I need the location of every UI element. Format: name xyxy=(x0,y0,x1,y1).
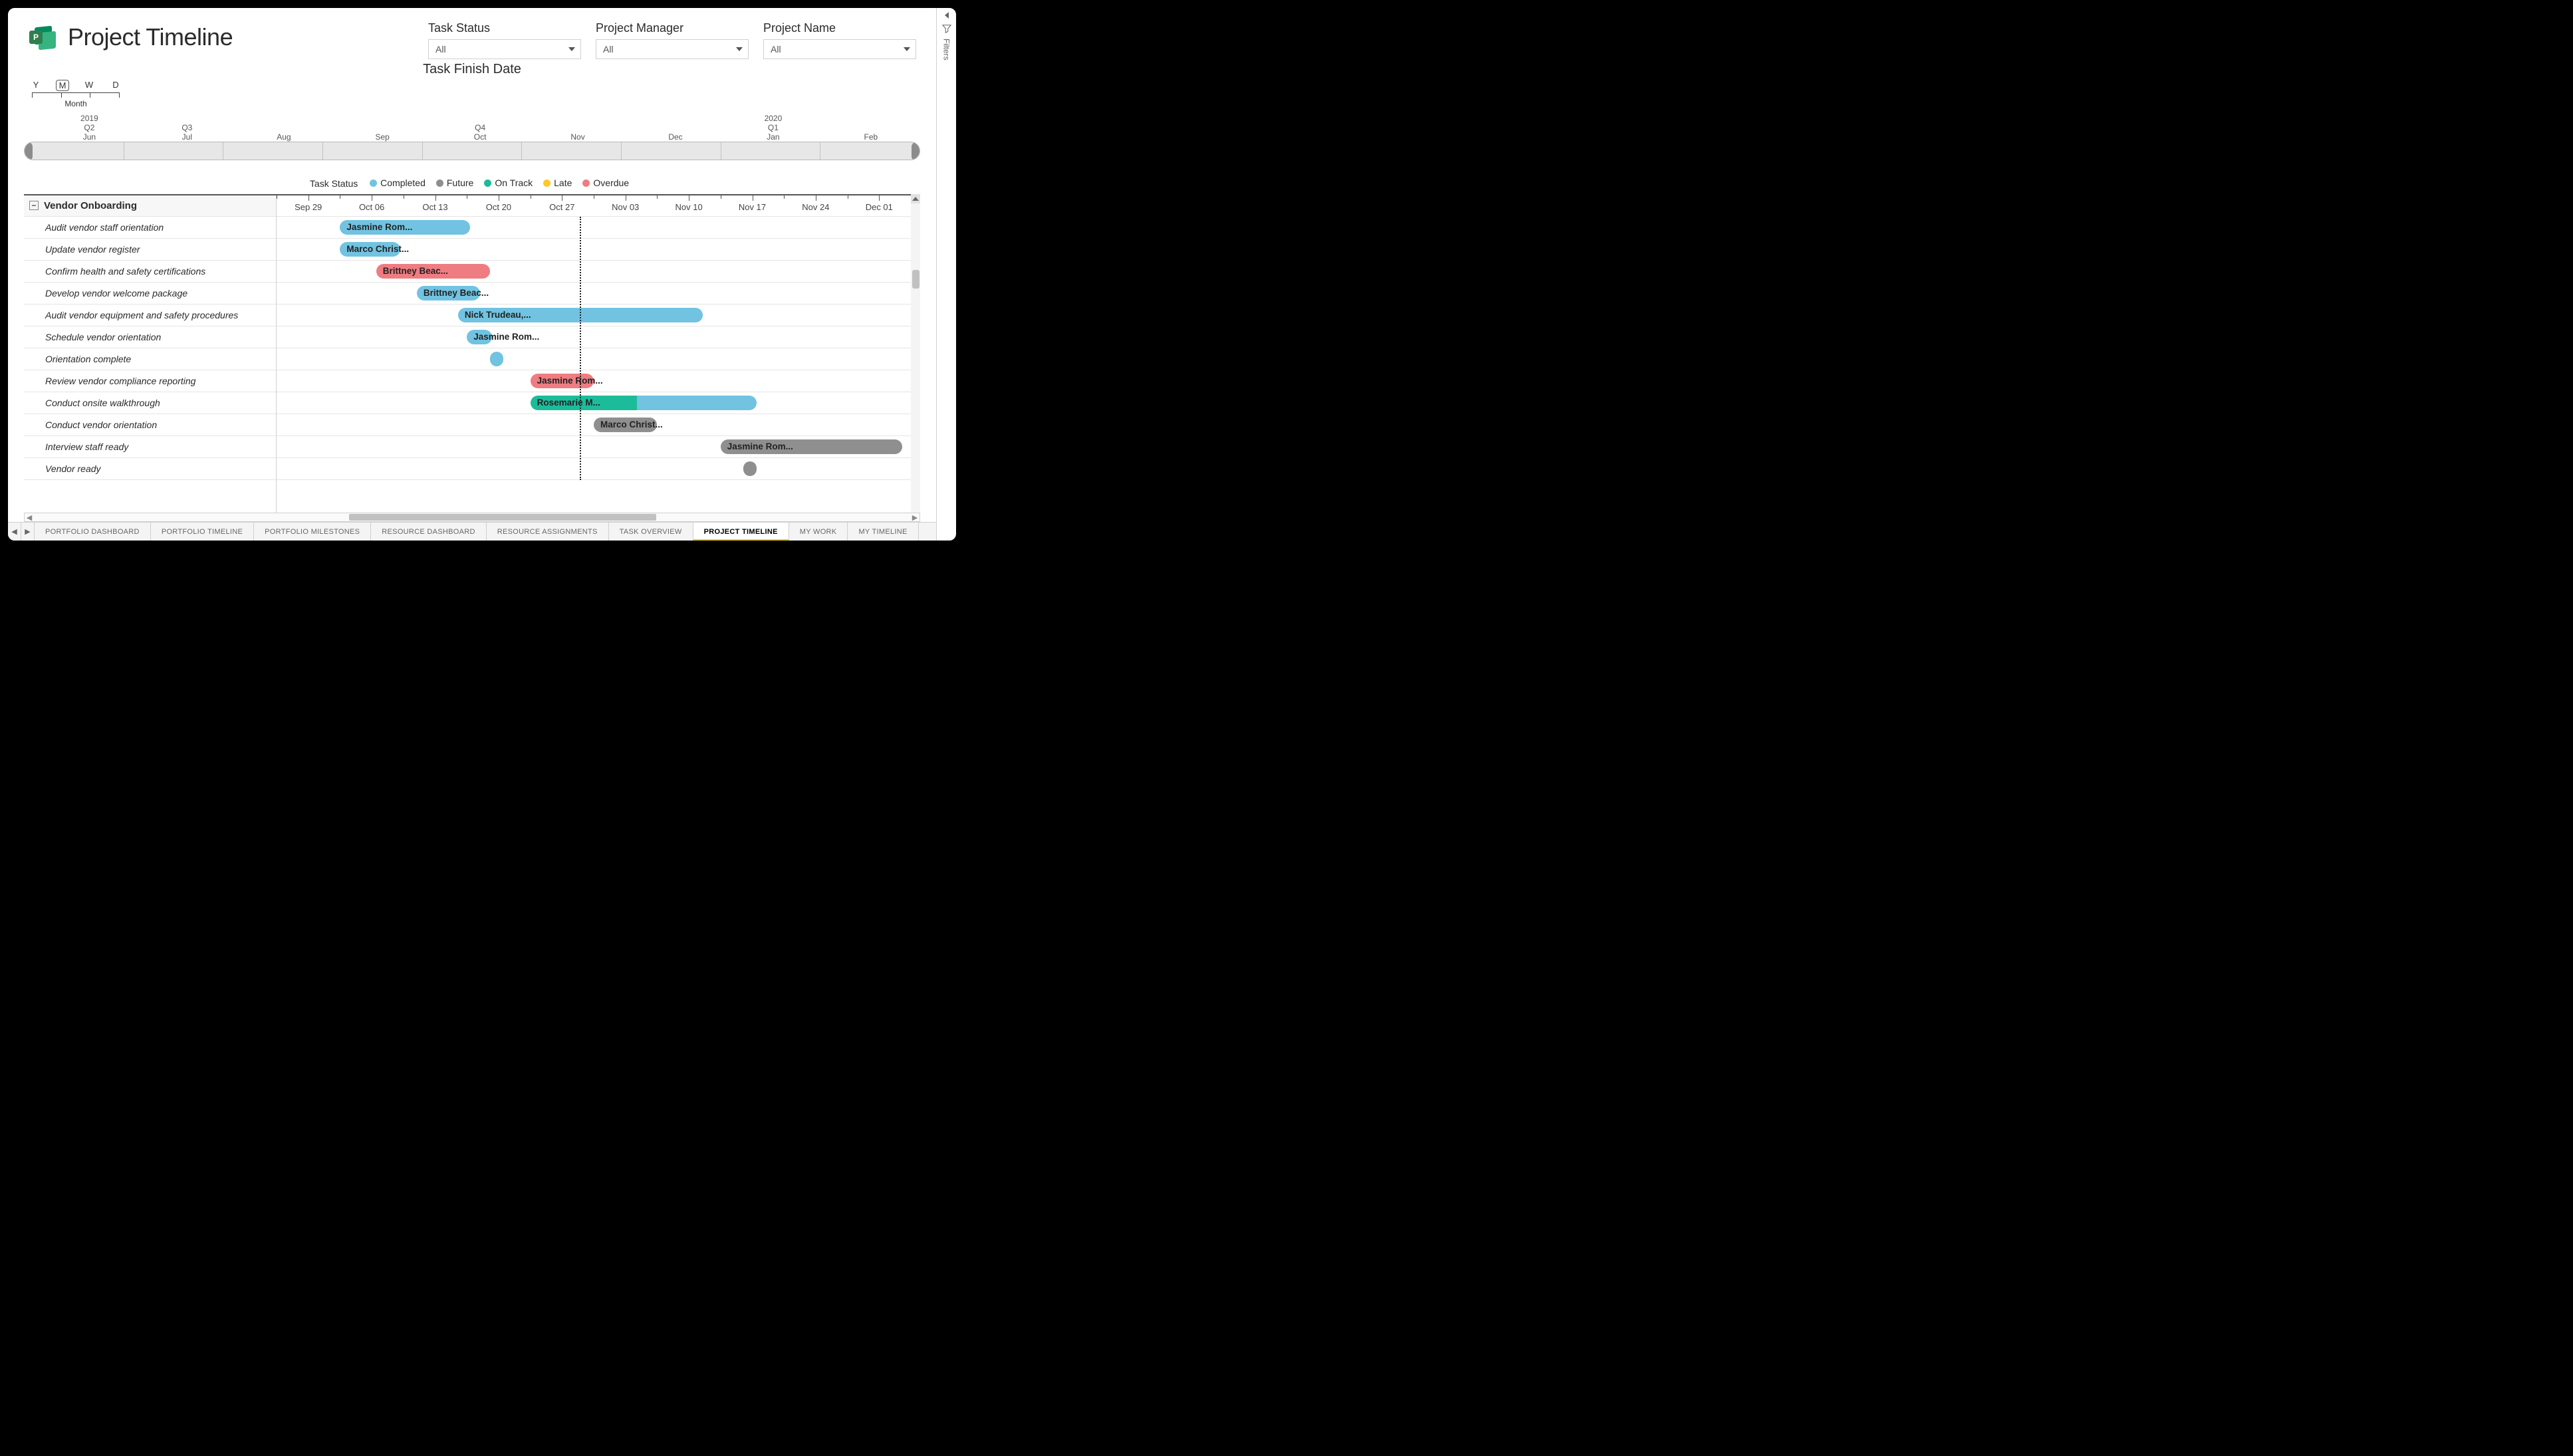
expand-filters-icon[interactable] xyxy=(945,12,949,19)
tab-project-timeline[interactable]: PROJECT TIMELINE xyxy=(693,523,789,541)
tab-my-timeline[interactable]: MY TIMELINE xyxy=(848,523,918,541)
range-handle-left[interactable] xyxy=(24,142,33,160)
task-row[interactable]: Conduct vendor orientation xyxy=(24,414,276,436)
gantt-bar[interactable]: Jasmine Rom... xyxy=(531,374,594,388)
gantt-bar[interactable]: Marco Christ... xyxy=(340,242,400,257)
task-row[interactable]: Develop vendor welcome package xyxy=(24,283,276,304)
gantt-bar-row xyxy=(277,348,911,370)
collapse-icon[interactable] xyxy=(29,201,39,210)
legend-item-late[interactable]: Late xyxy=(543,178,572,188)
gantt-bar[interactable]: Brittney Beac... xyxy=(417,286,480,301)
time-granularity-selector[interactable]: YMWD Month xyxy=(29,80,122,108)
gantt-bar[interactable]: Jasmine Rom... xyxy=(340,220,470,235)
gantt-bar-row: Jasmine Rom... xyxy=(277,326,911,348)
tab-nav-next[interactable]: ▶ xyxy=(21,523,35,541)
gantt-bar-row: Rosemarie M... xyxy=(277,392,911,414)
task-row[interactable]: Audit vendor staff orientation xyxy=(24,217,276,239)
gantt-bar[interactable]: Brittney Beac... xyxy=(376,264,491,279)
legend-item-overdue[interactable]: Overdue xyxy=(582,178,629,188)
gantt-bar-row: Brittney Beac... xyxy=(277,261,911,283)
legend-item-on-track[interactable]: On Track xyxy=(484,178,533,188)
slicer-project-manager: Project Manager All xyxy=(596,21,749,59)
gantt-bar-row: Jasmine Rom... xyxy=(277,370,911,392)
granularity-option-m[interactable]: M xyxy=(56,80,69,91)
task-row[interactable]: Conduct onsite walkthrough xyxy=(24,392,276,414)
range-handle-right[interactable] xyxy=(912,142,920,160)
task-row[interactable]: Orientation complete xyxy=(24,348,276,370)
tab-resource-assignments[interactable]: RESOURCE ASSIGNMENTS xyxy=(487,523,609,541)
page-title: Project Timeline xyxy=(68,23,233,51)
gantt-bar[interactable]: Nick Trudeau,... xyxy=(458,308,703,322)
slicer-task-status: Task Status All xyxy=(428,21,581,59)
tab-nav-prev[interactable]: ◀ xyxy=(8,523,21,541)
chart-title: Task Finish Date xyxy=(8,62,936,77)
legend-item-completed[interactable]: Completed xyxy=(370,178,426,188)
legend-item-future[interactable]: Future xyxy=(436,178,473,188)
legend: Task Status CompletedFutureOn TrackLateO… xyxy=(8,178,936,189)
task-row[interactable]: Audit vendor equipment and safety proced… xyxy=(24,304,276,326)
granularity-option-y[interactable]: Y xyxy=(29,80,43,91)
tab-portfolio-dashboard[interactable]: PORTFOLIO DASHBOARD xyxy=(35,523,151,541)
task-row[interactable]: Confirm health and safety certifications xyxy=(24,261,276,283)
time-range-scroller[interactable]: 20192020Q2Q3Q4Q1JunJulAugSepOctNovDecJan… xyxy=(24,114,920,160)
slicer-dropdown[interactable]: All xyxy=(596,39,749,59)
chevron-down-icon xyxy=(736,47,743,51)
project-logo-icon: P xyxy=(27,21,59,53)
task-row[interactable]: Update vendor register xyxy=(24,239,276,261)
granularity-option-w[interactable]: W xyxy=(82,80,96,91)
filters-panel-collapsed[interactable]: Filters xyxy=(936,8,956,541)
slicer-dropdown[interactable]: All xyxy=(763,39,916,59)
chevron-down-icon xyxy=(904,47,910,51)
gantt-horizontal-scrollbar[interactable]: ◀ ▶ xyxy=(24,513,920,522)
tab-my-work[interactable]: MY WORK xyxy=(789,523,848,541)
gantt-bar[interactable] xyxy=(743,461,757,476)
task-row[interactable]: Vendor ready xyxy=(24,458,276,480)
task-row[interactable]: Interview staff ready xyxy=(24,436,276,458)
tab-portfolio-milestones[interactable]: PORTFOLIO MILESTONES xyxy=(254,523,371,541)
tab-resource-dashboard[interactable]: RESOURCE DASHBOARD xyxy=(371,523,486,541)
gantt-bar-row: Marco Christ... xyxy=(277,414,911,436)
gantt-bar[interactable]: Jasmine Rom... xyxy=(721,439,902,454)
gantt-bar-row: Jasmine Rom... xyxy=(277,217,911,239)
chevron-down-icon xyxy=(568,47,575,51)
slicer-dropdown[interactable]: All xyxy=(428,39,581,59)
tab-task-overview[interactable]: TASK OVERVIEW xyxy=(609,523,693,541)
gantt-bar-row: Nick Trudeau,... xyxy=(277,304,911,326)
task-row[interactable]: Review vendor compliance reporting xyxy=(24,370,276,392)
gantt-bar[interactable]: Rosemarie M... xyxy=(531,396,757,410)
gantt-bar[interactable]: Marco Christ... xyxy=(594,418,657,432)
gantt-bar-row: Brittney Beac... xyxy=(277,283,911,304)
gantt-date-header: Sep 29Oct 06Oct 13Oct 20Oct 27Nov 03Nov … xyxy=(277,195,911,217)
gantt-bar[interactable]: Jasmine Rom... xyxy=(467,330,492,344)
gantt-bar-row: Jasmine Rom... xyxy=(277,436,911,458)
slicer-project-name: Project Name All xyxy=(763,21,916,59)
tab-portfolio-timeline[interactable]: PORTFOLIO TIMELINE xyxy=(151,523,254,541)
granularity-option-d[interactable]: D xyxy=(109,80,122,91)
gantt-group-header[interactable]: Vendor Onboarding xyxy=(24,195,276,217)
gantt-bar-row xyxy=(277,458,911,480)
gantt-bar-row: Marco Christ... xyxy=(277,239,911,261)
report-header: P Project Timeline xyxy=(27,21,233,53)
funnel-icon xyxy=(942,24,951,33)
task-row[interactable]: Schedule vendor orientation xyxy=(24,326,276,348)
gantt-bar[interactable] xyxy=(490,352,503,366)
